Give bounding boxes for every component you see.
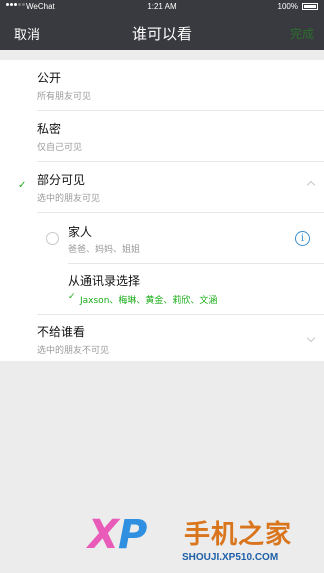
option-subtitle: 所有朋友可见	[37, 92, 92, 102]
option-title: 不给谁看	[37, 325, 86, 339]
option-exclude[interactable]: 不给谁看 选中的朋友不可见	[0, 315, 324, 361]
battery-icon	[302, 3, 318, 10]
select-from-contacts[interactable]: 从通讯录选择 ✓ Jaxson、梅琳、黄金、莉欣、文涵	[0, 264, 324, 314]
status-bar: WeChat 1:21 AM 100%	[0, 0, 324, 14]
option-partial[interactable]: ✓ 部分可见 选中的朋友可见	[0, 162, 324, 212]
contacts-title: 从通讯录选择	[68, 274, 141, 288]
done-button[interactable]: 完成	[290, 25, 314, 42]
watermark-brand-en: SHOUJI.XP510.COM	[182, 552, 279, 563]
battery-percent: 100%	[277, 2, 298, 11]
watermark-logo: X P 手机之家 SHOUJI.XP510.COM	[88, 508, 324, 573]
option-subtitle: 选中的朋友可见	[37, 194, 101, 204]
selected-contacts: Jaxson、梅琳、黄金、莉欣、文涵	[80, 296, 218, 306]
tag-group-family[interactable]: 家人 爸爸、妈妈、姐姐 i	[0, 213, 324, 263]
watermark-brand-cn: 手机之家	[184, 520, 293, 550]
chevron-up-icon	[306, 180, 316, 190]
option-public[interactable]: 公开 所有朋友可见	[0, 60, 324, 110]
option-title: 部分可见	[37, 173, 86, 187]
option-title: 私密	[37, 122, 62, 136]
visibility-options-list: 公开 所有朋友可见 私密 仅自己可见 ✓ 部分可见 选中的朋友可见 家人 爸爸、…	[0, 60, 324, 361]
logo-x: X	[88, 512, 119, 558]
logo-p: P	[118, 512, 148, 558]
option-private[interactable]: 私密 仅自己可见	[0, 111, 324, 161]
checkmark-icon: ✓	[68, 292, 76, 302]
group-title: 家人	[68, 225, 93, 239]
group-members: 爸爸、妈妈、姐姐	[68, 245, 141, 255]
nav-bar: 取消 谁可以看 完成	[0, 14, 324, 50]
select-radio[interactable]	[46, 232, 59, 245]
chevron-down-icon	[306, 333, 316, 343]
option-subtitle: 选中的朋友不可见	[37, 346, 110, 356]
option-subtitle: 仅自己可见	[37, 143, 83, 153]
status-time: 1:21 AM	[147, 2, 177, 11]
info-icon[interactable]: i	[295, 231, 310, 246]
page-title: 谁可以看	[131, 25, 192, 43]
checkmark-icon: ✓	[18, 180, 27, 191]
option-title: 公开	[37, 71, 62, 85]
